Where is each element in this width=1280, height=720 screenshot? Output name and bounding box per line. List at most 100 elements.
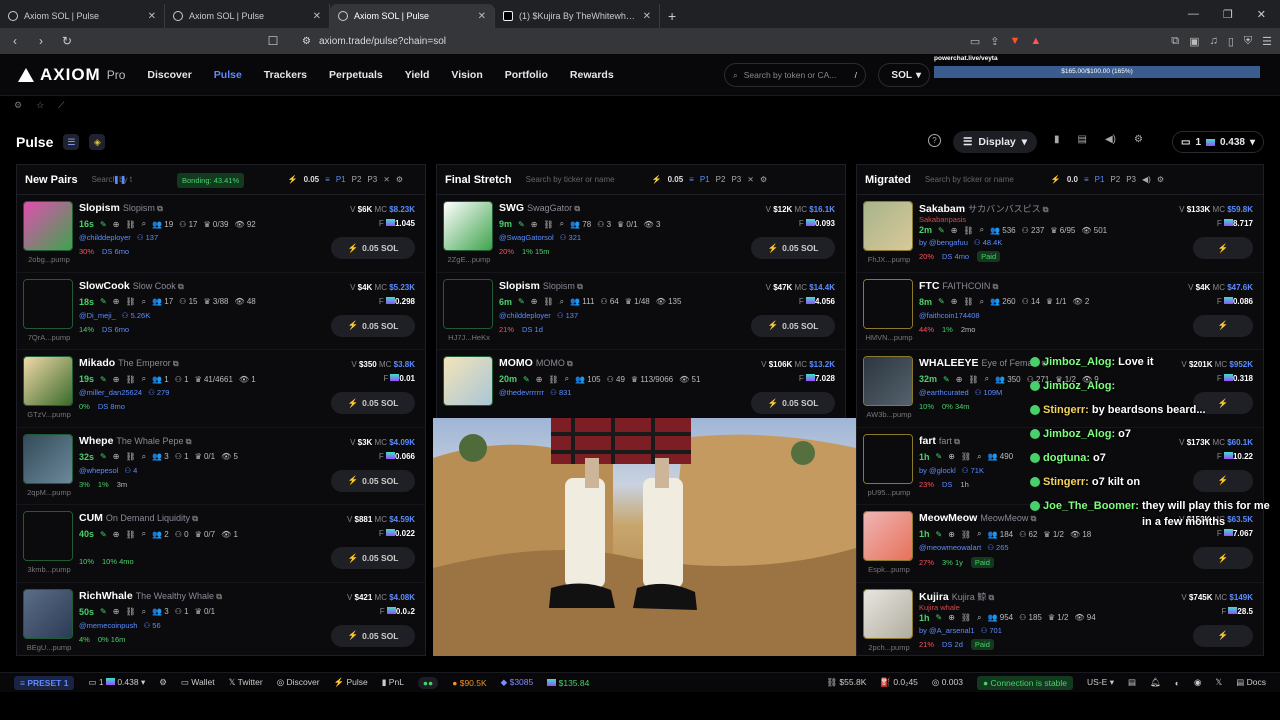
search-icon[interactable]: ⌕ xyxy=(142,529,146,539)
nav-vision[interactable]: Vision xyxy=(451,69,482,81)
footer-settings-icon[interactable]: ⚙ xyxy=(159,677,167,688)
media-icon[interactable]: ♫ xyxy=(1210,35,1218,48)
bookmark-icon[interactable]: ☐ xyxy=(266,34,280,48)
footer-wallet-link[interactable]: ▭ Wallet xyxy=(181,677,215,688)
token-row[interactable]: MOMO MOMO ⧉ 20m ✎ ⊕ ⛓ ⌕ 👥 105 ⚇ 49 ♛ 113/9066 👁 51… xyxy=(437,350,845,428)
token-address[interactable]: FhJX...pump xyxy=(857,255,921,264)
bell-icon[interactable]: 🔔︎ xyxy=(1150,677,1161,688)
filter-icon[interactable]: ⚙ xyxy=(760,175,767,184)
dev-handle[interactable]: @childdeployer xyxy=(499,311,551,320)
copy-icon[interactable]: ⧉ xyxy=(572,204,580,213)
help-icon[interactable]: ? xyxy=(928,134,941,147)
mute-icon[interactable]: ⨯ xyxy=(747,175,754,184)
copy-icon[interactable]: ⧉ xyxy=(990,282,999,291)
token-address[interactable]: 7QrA...pump xyxy=(17,333,81,342)
link-icon[interactable]: ⛓ xyxy=(125,297,135,306)
footer-wallet-selector[interactable]: ▭ 1 0.438 ▾ xyxy=(88,677,145,688)
token-address[interactable]: 2ZgE...pump xyxy=(437,255,501,264)
token-image[interactable] xyxy=(443,356,493,406)
token-name[interactable]: MOMO MOMO ⧉ xyxy=(499,357,573,369)
close-tab-icon[interactable]: ✕ xyxy=(148,11,156,22)
close-tab-icon[interactable]: ✕ xyxy=(643,11,651,22)
link-icon[interactable]: ⛓ xyxy=(963,226,973,235)
search-icon[interactable]: ⌕ xyxy=(142,374,146,384)
link-icon[interactable]: ⛓ xyxy=(543,297,553,306)
token-image[interactable] xyxy=(443,201,493,251)
globe-icon[interactable]: ⊕ xyxy=(531,220,538,229)
search-icon[interactable]: ⌕ xyxy=(142,297,146,307)
dev-handle[interactable]: @thedevrrrrrr xyxy=(499,388,544,397)
token-address[interactable]: pU95...pump xyxy=(857,488,921,497)
dev-handle[interactable]: @faithcoin174408 xyxy=(919,311,980,320)
discord-icon[interactable]: ◉ xyxy=(1194,677,1201,688)
rewards-icon[interactable]: ▲ xyxy=(1030,35,1041,48)
minimize-icon[interactable]: — xyxy=(1188,8,1199,20)
layout-icon[interactable]: ▤ xyxy=(1128,677,1136,688)
nav-perpetuals[interactable]: Perpetuals xyxy=(329,69,383,81)
token-name[interactable]: Kujira Kujira 鯨 ⧉ xyxy=(919,590,994,603)
token-name[interactable]: FTC FAITHCOIN ⧉ xyxy=(919,280,998,292)
token-address[interactable]: HMVN...pump xyxy=(857,333,921,342)
token-image[interactable] xyxy=(863,201,913,251)
sidebar-icon[interactable]: ▯ xyxy=(1228,35,1234,48)
link-icon[interactable]: ⛓ xyxy=(963,297,973,306)
search-icon[interactable]: ⌕ xyxy=(977,529,981,539)
vpn-icon[interactable]: ⛨ xyxy=(1244,35,1252,48)
token-address[interactable]: GTzV...pump xyxy=(17,410,81,419)
token-name[interactable]: CUM On Demand Liquidity ⧉ xyxy=(79,512,198,524)
link-icon[interactable]: ⛓ xyxy=(961,613,971,622)
preset-tab-p2[interactable]: P2 xyxy=(1110,175,1120,184)
filter-icon[interactable]: ⚙ xyxy=(1157,175,1164,184)
reload-icon[interactable]: ↻ xyxy=(60,34,74,48)
link-icon[interactable]: ⛓ xyxy=(125,607,135,616)
dev-handle[interactable]: by @A_arsenal1 xyxy=(919,626,975,635)
dev-handle[interactable]: @miller_dan25624 xyxy=(79,388,142,397)
close-tab-icon[interactable]: ✕ xyxy=(478,11,486,22)
quick-buy-button[interactable]: ⚡ 0.05 SOL xyxy=(751,237,835,259)
quick-buy-amount[interactable]: 0.05 xyxy=(304,175,320,184)
token-address[interactable]: BEgU...pump xyxy=(17,643,81,652)
axiom-logo[interactable]: AXIOM Pro xyxy=(18,65,125,85)
browser-tab[interactable]: Axiom SOL | Pulse ✕ xyxy=(165,4,330,28)
mute-icon[interactable]: ⨯ xyxy=(383,175,390,184)
restore-icon[interactable]: ❐ xyxy=(1223,8,1233,21)
copy-icon[interactable]: ⧉ xyxy=(986,593,995,602)
quick-buy-button[interactable]: ⚡ 0.05 SOL xyxy=(331,469,415,492)
search-icon[interactable]: ⌕ xyxy=(977,452,981,462)
search-icon[interactable]: ⌕ xyxy=(977,613,981,623)
copy-icon[interactable]: ⧉ xyxy=(155,204,163,213)
quick-buy-button[interactable]: ⚡ 0.05 SOL xyxy=(331,624,415,647)
dev-handle[interactable]: by @glockl xyxy=(919,466,956,475)
token-image[interactable] xyxy=(443,278,493,329)
token-row[interactable]: HJ7J...HeKx Slopism Slopism ⧉ 6m ✎ ⊕ ⛓ ⌕ 👥 111 ⚇ … xyxy=(437,273,845,350)
token-image[interactable] xyxy=(23,278,73,329)
bookmark-icon[interactable]: ▮ xyxy=(1054,134,1060,145)
preset-tab-p2[interactable]: P2 xyxy=(716,175,726,184)
copy-icon[interactable]: ⧉ xyxy=(171,359,179,368)
globe-icon[interactable]: ⊕ xyxy=(951,226,958,235)
list-view-icon[interactable]: ☰ xyxy=(63,134,80,150)
footer-pulse-link[interactable]: ⚡ Pulse xyxy=(334,677,368,688)
wallet-selector[interactable]: ▭ 1 0.438 ▾ xyxy=(1172,131,1264,153)
star-icon[interactable]: ☆ xyxy=(36,100,44,111)
dev-handle[interactable]: @earthcurated xyxy=(919,388,969,397)
token-name[interactable]: Slopism Slopism ⧉ xyxy=(79,202,163,214)
sound-icon[interactable]: ◀) xyxy=(1105,134,1116,145)
quick-buy-button[interactable]: ⚡ 0.05 SOL xyxy=(751,392,835,414)
globe-icon[interactable]: ⊕ xyxy=(113,530,120,539)
token-address[interactable]: HJ7J...HeKx xyxy=(437,333,501,342)
link-icon[interactable]: ⛓ xyxy=(548,375,558,384)
globe-icon[interactable]: ⊕ xyxy=(113,297,120,306)
token-image[interactable] xyxy=(23,433,73,484)
dev-handle[interactable]: @SwagGatorsol xyxy=(499,233,554,242)
token-address[interactable]: 2qpM...pump xyxy=(17,488,81,497)
token-row[interactable]: GTzV...pump Mikado The Emperor ⧉ 19s ✎ ⊕ ⛓ ⌕ 👥 1… xyxy=(17,350,425,428)
token-address[interactable]: 2obg...pump xyxy=(17,255,81,264)
token-image[interactable] xyxy=(863,588,913,639)
share-icon[interactable]: ⇪ xyxy=(990,35,999,48)
token-search-input[interactable]: ⌕ Search by token or CA... / xyxy=(724,63,866,87)
footer-pnl-link[interactable]: ▮ PnL xyxy=(382,677,404,688)
token-row[interactable]: 2obg...pump Slopism Slopism ⧉ 16s ✎ ⊕ ⛓ ⌕ 👥 19 ⚇ … xyxy=(17,195,425,273)
column-search-input[interactable]: Search by ticker or name xyxy=(925,175,1045,184)
token-name[interactable]: RichWhale The Wealthy Whale ⧉ xyxy=(79,590,222,602)
